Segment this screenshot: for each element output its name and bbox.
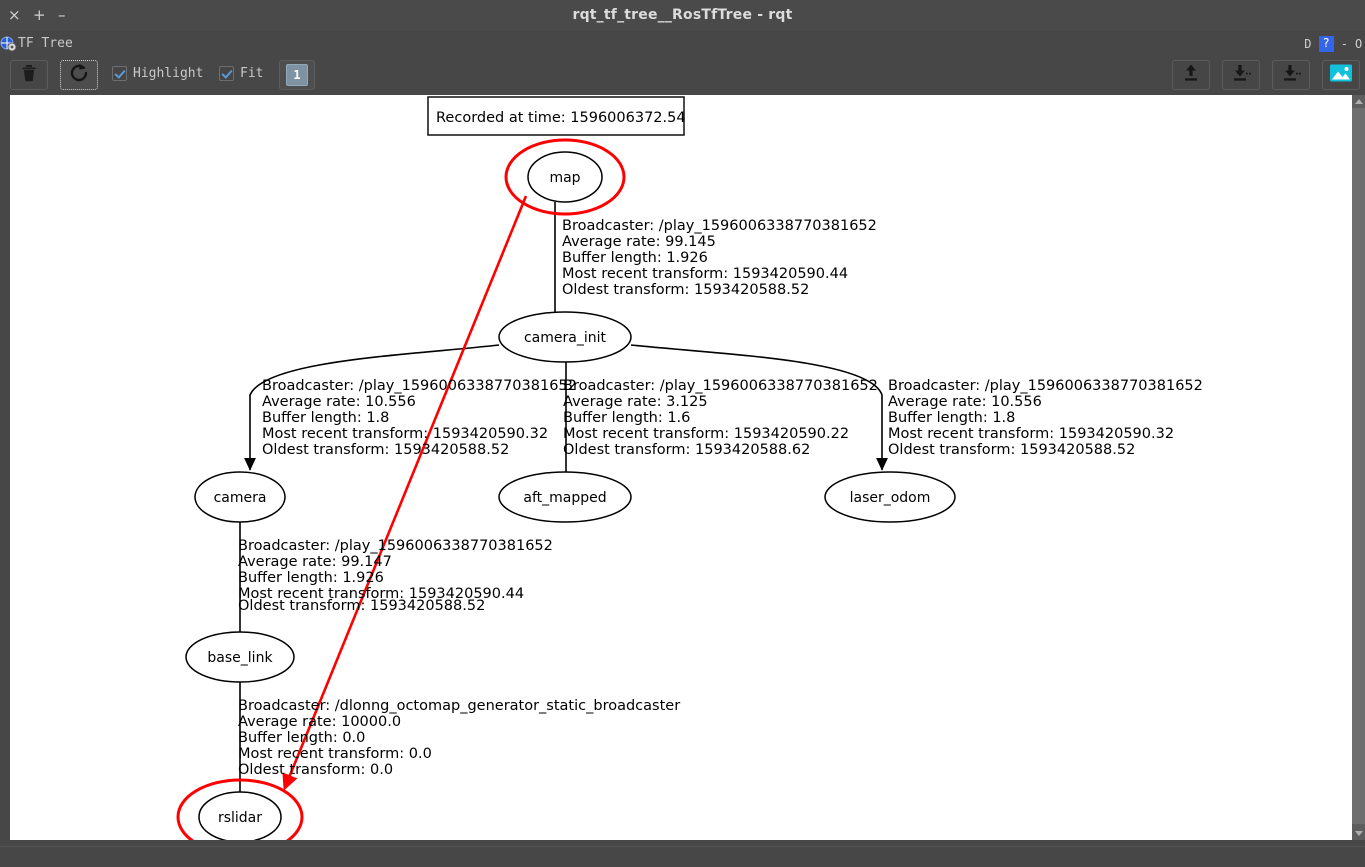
- edge-label-line: Buffer length: 1.926: [562, 250, 708, 266]
- edge-label-line: Broadcaster: /play_1596006338770381652: [563, 378, 878, 394]
- node-camera-label: camera: [214, 490, 267, 506]
- edge-label-line: Average rate: 3.125: [563, 394, 708, 410]
- depth-value: 1: [286, 64, 308, 86]
- highlight-checkbox-box[interactable]: [112, 66, 127, 81]
- edge-label-line: Oldest transform: 0.0: [238, 762, 393, 778]
- highlight-arrow-map-rslidar: [286, 196, 526, 785]
- edge-label-line: Buffer length: 0.0: [238, 730, 365, 746]
- edge-label-line: Oldest transform: 1593420588.52: [888, 442, 1135, 458]
- edge-label-camera-baselink: Broadcaster: /play_1596006338770381652 A…: [238, 538, 553, 614]
- edge-label-line: Oldest transform: 1593420588.52: [562, 282, 809, 298]
- tf-graph-svg: Recorded at time: 1596006372.54: [10, 95, 1354, 840]
- save-image-button[interactable]: [1322, 60, 1360, 90]
- rqt-window: × + – rqt_tf_tree__RosTfTree - rqt TF Tr…: [0, 0, 1365, 867]
- edge-label-camerainit-camera: Broadcaster: /play_1596006338770381652 A…: [262, 378, 577, 458]
- node-camera_init-label: camera_init: [524, 330, 607, 346]
- timestamp-box: Recorded at time: 1596006372.54: [428, 97, 686, 135]
- save-dot-icon: [1230, 62, 1252, 88]
- edge-labels: Broadcaster: /play_1596006338770381652 A…: [238, 218, 1203, 778]
- edge-label-line: Average rate: 10.556: [888, 394, 1042, 410]
- load-button[interactable]: [1172, 60, 1210, 90]
- save-dot-button[interactable]: [1222, 60, 1260, 90]
- panel-title: TF Tree: [18, 36, 73, 51]
- edge-label-line: Oldest transform: 1593420588.52: [262, 442, 509, 458]
- edge-label-line: Broadcaster: /play_1596006338770381652: [238, 538, 553, 554]
- edge-label-line: Oldest transform: 1593420588.52: [238, 598, 485, 614]
- panel-minimize-button[interactable]: -: [1341, 37, 1348, 51]
- node-base_link-label: base_link: [207, 650, 273, 666]
- vertical-scrollbar[interactable]: [1352, 95, 1365, 840]
- edge-label-camerainit-aftmapped: Broadcaster: /play_1596006338770381652 A…: [563, 378, 878, 458]
- save-svg-button[interactable]: [1272, 60, 1310, 90]
- edge-label-map-camera_init: Broadcaster: /play_1596006338770381652 A…: [562, 218, 877, 298]
- edge-label-line: Broadcaster: /dlonng_octomap_generator_s…: [238, 698, 680, 714]
- node-base_link[interactable]: base_link: [186, 632, 294, 682]
- scroll-down-button[interactable]: [1352, 827, 1365, 840]
- load-icon: [1180, 62, 1202, 88]
- toolbar: Highlight Fit 1: [0, 56, 1365, 95]
- edge-label-line: Broadcaster: /play_1596006338770381652: [562, 218, 877, 234]
- fit-checkbox-box[interactable]: [219, 66, 234, 81]
- tf-graph-canvas[interactable]: Recorded at time: 1596006372.54: [10, 95, 1354, 840]
- refresh-button[interactable]: [60, 60, 98, 90]
- edge-label-line: Oldest transform: 1593420588.62: [563, 442, 810, 458]
- panel-controls: D ? - O: [1304, 35, 1365, 53]
- node-map-label: map: [549, 170, 580, 186]
- edge-label-line: Broadcaster: /play_1596006338770381652: [888, 378, 1203, 394]
- highlight-checkbox[interactable]: Highlight: [112, 66, 203, 81]
- fit-label: Fit: [240, 66, 263, 81]
- save-svg-icon: [1280, 62, 1302, 88]
- edge-label-line: Average rate: 10.556: [262, 394, 416, 410]
- panel-float-button[interactable]: D: [1304, 37, 1311, 51]
- edge-label-line: Most recent transform: 1593420590.32: [262, 426, 548, 442]
- edge-label-line: Average rate: 10000.0: [238, 714, 401, 730]
- window-titlebar: × + – rqt_tf_tree__RosTfTree - rqt: [0, 0, 1365, 32]
- panel-header: TF Tree D ? - O: [0, 31, 1365, 56]
- panel-help-button[interactable]: ?: [1319, 36, 1334, 52]
- edge-label-line: Most recent transform: 0.0: [238, 746, 432, 762]
- panel-close-button[interactable]: O: [1355, 37, 1363, 51]
- edge-label-line: Buffer length: 1.8: [888, 410, 1015, 426]
- edge-label-baselink-rslidar: Broadcaster: /dlonng_octomap_generator_s…: [238, 698, 680, 778]
- scroll-up-button[interactable]: [1352, 95, 1365, 108]
- refresh-icon: [68, 62, 90, 88]
- chevron-up-icon: [1355, 99, 1363, 104]
- node-laser_odom[interactable]: laser_odom: [825, 472, 955, 522]
- node-camera_init[interactable]: camera_init: [499, 312, 631, 362]
- edge-label-line: Most recent transform: 1593420590.32: [888, 426, 1174, 442]
- node-map[interactable]: map: [506, 140, 624, 214]
- scrollbar-thumb[interactable]: [1352, 108, 1365, 824]
- edge-label-camerainit-laserodom: Broadcaster: /play_1596006338770381652 A…: [888, 378, 1203, 458]
- chevron-down-icon: [1355, 831, 1363, 836]
- node-rslidar-label: rslidar: [218, 810, 262, 826]
- node-laser_odom-label: laser_odom: [850, 490, 931, 506]
- edge-label-line: Most recent transform: 1593420590.22: [563, 426, 849, 442]
- highlight-label: Highlight: [133, 66, 203, 81]
- trash-icon: [19, 63, 39, 87]
- edge-label-line: Most recent transform: 1593420590.44: [562, 266, 848, 282]
- window-title: rqt_tf_tree__RosTfTree - rqt: [0, 7, 1365, 23]
- status-bar: [0, 846, 1365, 867]
- timestamp-text: Recorded at time: 1596006372.54: [436, 110, 686, 126]
- edge-label-line: Buffer length: 1.926: [238, 570, 384, 586]
- edge-label-line: Average rate: 99.147: [238, 554, 392, 570]
- save-image-icon: [1329, 63, 1353, 87]
- node-aft_mapped-label: aft_mapped: [523, 490, 606, 506]
- depth-button[interactable]: 1: [279, 60, 315, 90]
- node-camera[interactable]: camera: [195, 472, 285, 522]
- edge-label-line: Buffer length: 1.8: [262, 410, 389, 426]
- edge-label-line: Average rate: 99.145: [562, 234, 716, 250]
- fit-checkbox[interactable]: Fit: [219, 66, 263, 81]
- edge-label-line: Broadcaster: /play_1596006338770381652: [262, 378, 577, 394]
- node-aft_mapped[interactable]: aft_mapped: [499, 472, 631, 522]
- edge-label-line: Buffer length: 1.6: [563, 410, 690, 426]
- clear-button[interactable]: [10, 60, 48, 90]
- ros-node-icon: [0, 35, 17, 52]
